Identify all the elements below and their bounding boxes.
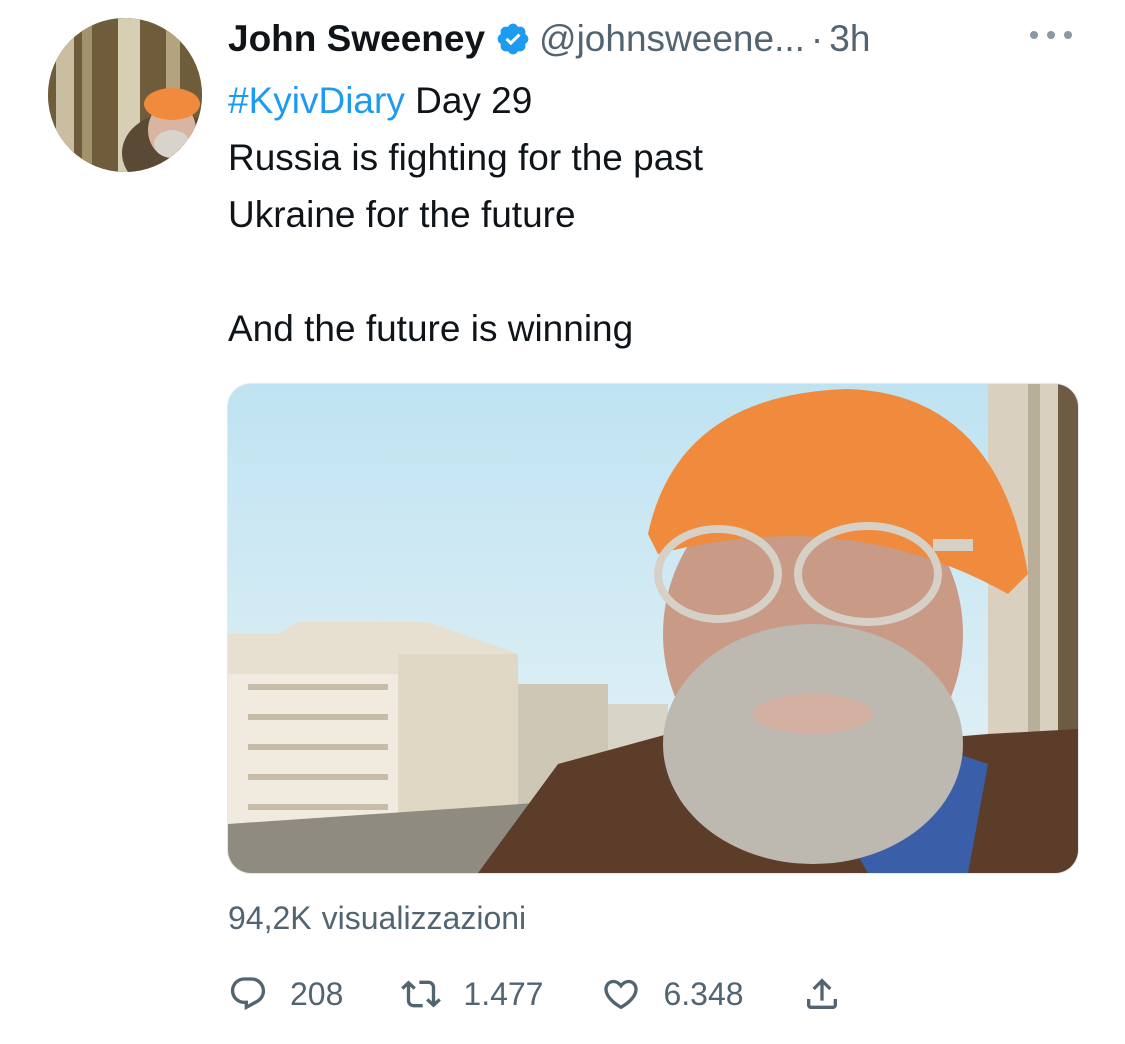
reply-button[interactable]: 208	[228, 974, 343, 1014]
more-dot	[1047, 31, 1055, 39]
tweet-line-1: #KyivDiary Day 29	[228, 72, 1088, 129]
like-button[interactable]: 6.348	[601, 974, 744, 1014]
hashtag-link[interactable]: #KyivDiary	[228, 80, 405, 121]
tweet-header: John Sweeney @johnsweene... · 3h	[228, 14, 870, 64]
tweet-line-5: And the future is winning	[228, 308, 634, 349]
tweet-text: #KyivDiary Day 29 Russia is fighting for…	[228, 72, 1088, 357]
view-count-number: 94,2K	[228, 900, 312, 936]
reply-count: 208	[290, 975, 344, 1012]
separator-dot: ·	[810, 18, 824, 59]
more-options-icon[interactable]	[1030, 28, 1072, 42]
avatar-photo	[48, 18, 202, 172]
more-dot	[1030, 31, 1038, 39]
heart-icon	[604, 979, 639, 1010]
author-avatar[interactable]	[48, 18, 202, 172]
tweet-video[interactable]	[227, 383, 1079, 874]
author-handle[interactable]: @johnsweene...	[539, 18, 805, 60]
retweet-button[interactable]: 1.477	[401, 974, 543, 1014]
video-frame	[228, 384, 1078, 873]
tweet-line-1-rest: Day 29	[404, 80, 533, 121]
view-count-label: visualizzazioni	[321, 900, 527, 936]
share-icon	[806, 978, 837, 1009]
author-name[interactable]: John Sweeney	[228, 18, 485, 60]
view-count: 94,2K visualizzazioni	[228, 900, 536, 937]
share-button[interactable]	[802, 974, 842, 1014]
tweet-timestamp[interactable]: 3h	[829, 18, 870, 60]
like-count: 6.348	[663, 975, 744, 1012]
reply-icon	[230, 977, 266, 1011]
tweet-line-2: Russia is fighting for the past	[228, 137, 704, 178]
verified-badge-icon	[495, 21, 531, 57]
retweet-count: 1.477	[463, 975, 544, 1012]
action-bar: 208 1.477 6.348	[228, 970, 900, 1018]
retweet-icon	[401, 980, 442, 1008]
tweet-line-3: Ukraine for the future	[228, 194, 576, 235]
more-dot	[1064, 31, 1072, 39]
